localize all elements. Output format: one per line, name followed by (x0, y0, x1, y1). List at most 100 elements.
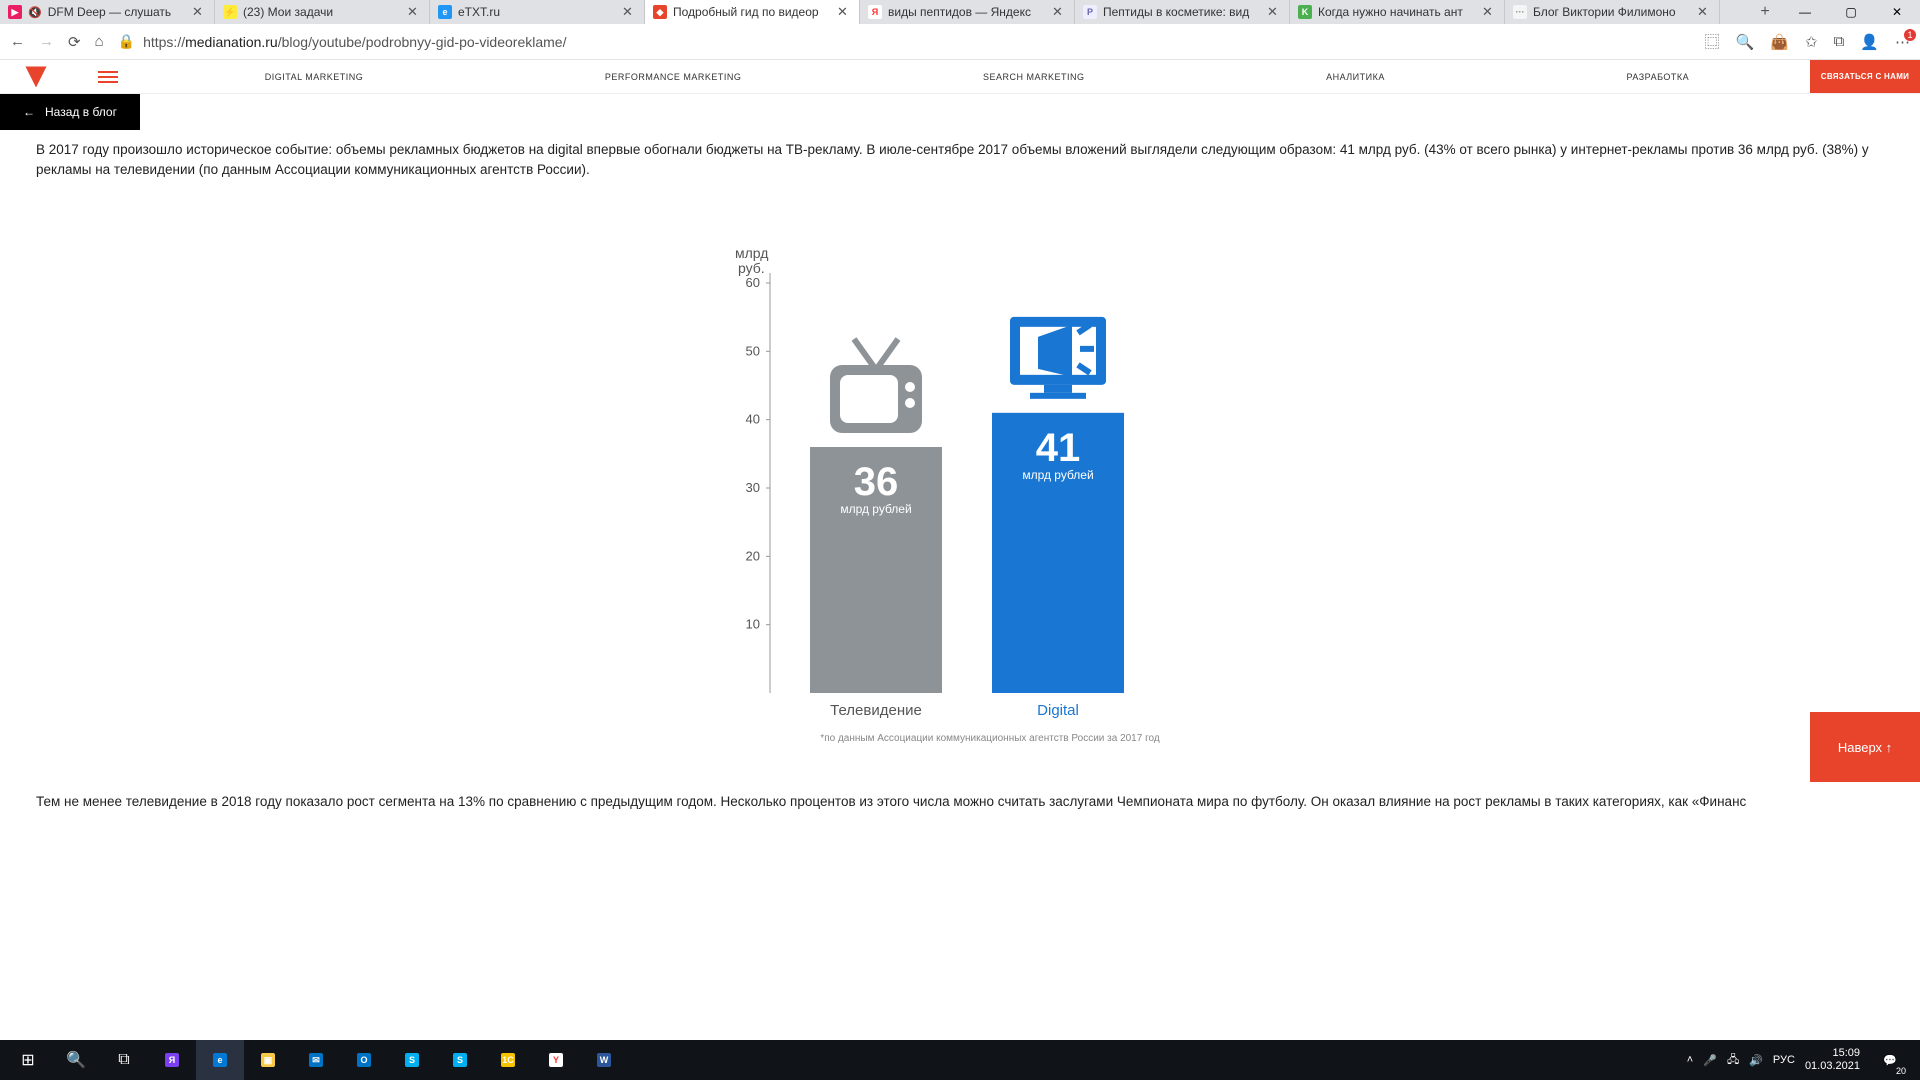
browser-tab[interactable]: e eTXT.ru ✕ (430, 0, 645, 24)
back-to-blog-label: Назад в блог (45, 105, 117, 119)
action-center-button[interactable]: 💬 (1870, 1040, 1910, 1080)
nav-reload-button[interactable]: ⟳ (68, 33, 81, 51)
tab-close-button[interactable]: ✕ (1052, 4, 1066, 20)
browser-tab[interactable]: P Пептиды в косметике: вид ✕ (1075, 0, 1290, 24)
tab-close-button[interactable]: ✕ (1697, 4, 1711, 20)
zoom-icon[interactable]: 🔍 (1736, 33, 1755, 51)
site-logo[interactable] (0, 63, 72, 91)
browser-tab[interactable]: ··· Блог Виктории Филимоно ✕ (1505, 0, 1720, 24)
budget-chart: млрдруб.10203040506036млрд рублейТелевид… (710, 203, 1210, 768)
tab-label: Блог Виктории Филимоно (1533, 5, 1691, 19)
tab-close-button[interactable]: ✕ (837, 4, 851, 20)
article-paragraph: В 2017 году произошло историческое событ… (36, 140, 1884, 179)
shopping-icon[interactable]: 👜 (1770, 33, 1789, 51)
nav-menu-item[interactable]: DIGITAL MARKETING (265, 72, 364, 82)
nav-menu-item[interactable]: SEARCH MARKETING (983, 72, 1085, 82)
tab-label: eTXT.ru (458, 5, 616, 19)
tab-favicon: ⚡ (223, 5, 237, 19)
tab-label: Пептиды в косметике: вид (1103, 5, 1261, 19)
language-indicator[interactable]: РУС (1773, 1054, 1795, 1066)
window-maximize-button[interactable]: ▢ (1828, 0, 1874, 24)
tab-label: Когда нужно начинать ант (1318, 5, 1476, 19)
collections-icon[interactable]: ⧉ (1834, 33, 1845, 50)
tab-close-button[interactable]: ✕ (622, 4, 636, 20)
svg-text:млрд: млрд (735, 245, 768, 261)
microphone-icon[interactable]: 🎤 (1703, 1054, 1717, 1067)
svg-text:руб.: руб. (738, 260, 765, 276)
tab-favicon: Я (868, 5, 882, 19)
svg-text:20: 20 (746, 548, 760, 563)
more-menu-icon[interactable]: ⋯ (1895, 33, 1910, 51)
browser-address-bar: ← → ⟳ ⌂ 🔒 https://medianation.ru/blog/yo… (0, 24, 1920, 60)
tab-close-button[interactable]: ✕ (1482, 4, 1496, 20)
taskbar-app[interactable]: ▣ (244, 1040, 292, 1080)
favorites-icon[interactable]: ✩ (1805, 33, 1818, 51)
taskbar-app[interactable]: W (580, 1040, 628, 1080)
browser-tab[interactable]: ⚡ (23) Мои задачи ✕ (215, 0, 430, 24)
browser-tab[interactable]: ◆ Подробный гид по видеор ✕ (645, 0, 860, 24)
taskbar-app[interactable]: S (388, 1040, 436, 1080)
svg-text:40: 40 (746, 412, 760, 427)
svg-text:*по данным Ассоциации коммуник: *по данным Ассоциации коммуникационных а… (820, 733, 1160, 744)
svg-text:41: 41 (1036, 426, 1081, 470)
new-tab-button[interactable]: + (1748, 0, 1782, 24)
hamburger-menu-button[interactable] (72, 71, 144, 83)
taskbar-app[interactable]: O (340, 1040, 388, 1080)
tab-close-button[interactable]: ✕ (1267, 4, 1281, 20)
nav-home-button[interactable]: ⌂ (95, 33, 104, 50)
taskbar-app[interactable]: 1C (484, 1040, 532, 1080)
task-view-button[interactable]: ⧉ (100, 1040, 148, 1080)
arrow-left-icon: ← (23, 105, 35, 119)
tab-close-button[interactable]: ✕ (407, 4, 421, 20)
taskbar-app[interactable]: Y (532, 1040, 580, 1080)
reader-mode-icon[interactable]: ⿴ (1705, 31, 1720, 52)
profile-icon[interactable]: 👤 (1860, 33, 1879, 51)
svg-text:50: 50 (746, 343, 760, 358)
tab-favicon: K (1298, 5, 1312, 19)
nav-back-button[interactable]: ← (10, 33, 25, 50)
site-header: DIGITAL MARKETING PERFORMANCE MARKETING SE… (0, 60, 1920, 94)
tray-chevron-icon[interactable]: ˄ (1687, 1054, 1693, 1066)
browser-tab[interactable]: Я виды пептидов — Яндекс ✕ (860, 0, 1075, 24)
start-button[interactable]: ⊞ (4, 1040, 52, 1080)
volume-icon[interactable]: 🔊 (1749, 1054, 1763, 1067)
nav-forward-button[interactable]: → (39, 33, 54, 50)
nav-menu-item[interactable]: PERFORMANCE MARKETING (605, 72, 742, 82)
nav-menu-item[interactable]: АНАЛИТИКА (1326, 72, 1385, 82)
window-close-button[interactable]: ✕ (1874, 0, 1920, 24)
contact-button[interactable]: СВЯЗАТЬСЯ С НАМИ (1810, 60, 1920, 93)
tab-label: (23) Мои задачи (243, 5, 401, 19)
browser-tab[interactable]: K Когда нужно начинать ант ✕ (1290, 0, 1505, 24)
network-icon[interactable]: 🖧 (1727, 1051, 1739, 1070)
mute-icon[interactable]: 🔇 (28, 6, 42, 19)
lock-icon: 🔒 (118, 33, 135, 50)
tab-favicon: P (1083, 5, 1097, 19)
back-to-blog-button[interactable]: ← Назад в блог (0, 94, 140, 130)
taskbar-app[interactable]: ✉ (292, 1040, 340, 1080)
tab-favicon: ▶ (8, 5, 22, 19)
taskbar-app[interactable]: e (196, 1040, 244, 1080)
tab-close-button[interactable]: ✕ (192, 4, 206, 20)
svg-text:млрд рублей: млрд рублей (1022, 468, 1093, 482)
taskbar-app[interactable]: Я (148, 1040, 196, 1080)
search-button[interactable]: 🔍 (52, 1040, 100, 1080)
tab-favicon: e (438, 5, 452, 19)
svg-text:Телевидение: Телевидение (830, 702, 922, 719)
svg-text:Digital: Digital (1037, 702, 1079, 719)
tab-label: Подробный гид по видеор (673, 5, 831, 19)
tab-label: DFM Deep — слушать (48, 5, 186, 19)
taskbar-clock[interactable]: 15:09 01.03.2021 (1805, 1047, 1860, 1072)
browser-tab[interactable]: ▶ 🔇 DFM Deep — слушать ✕ (0, 0, 215, 24)
svg-text:млрд рублей: млрд рублей (840, 502, 911, 516)
url-input[interactable]: 🔒 https://medianation.ru/blog/youtube/po… (118, 33, 1691, 50)
svg-text:36: 36 (854, 460, 899, 504)
system-tray[interactable]: ˄ 🎤 🖧 🔊 РУС 15:09 01.03.2021 💬 (1687, 1040, 1916, 1080)
scroll-to-top-button[interactable]: Наверх ↑ (1810, 712, 1920, 782)
windows-taskbar: ⊞ 🔍 ⧉ Я e ▣ ✉ O S S 1C Y W ˄ 🎤 🖧 🔊 РУС 1… (0, 1040, 1920, 1080)
nav-menu-item[interactable]: РАЗРАБОТКА (1626, 72, 1689, 82)
window-minimize-button[interactable]: — (1782, 0, 1828, 24)
article-paragraph: Тем не менее телевидение в 2018 году пок… (36, 792, 1884, 812)
tab-label: виды пептидов — Яндекс (888, 5, 1046, 19)
taskbar-app[interactable]: S (436, 1040, 484, 1080)
svg-text:30: 30 (746, 480, 760, 495)
